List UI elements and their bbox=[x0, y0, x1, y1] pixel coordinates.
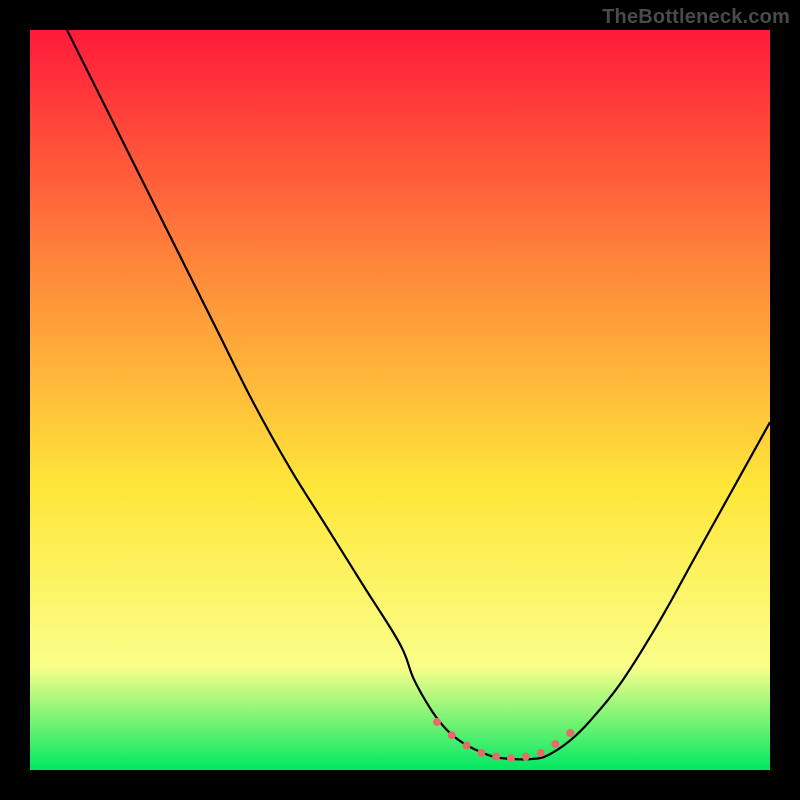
plateau-dot bbox=[477, 749, 485, 757]
plateau-dot bbox=[463, 742, 471, 750]
plot-svg bbox=[30, 30, 770, 770]
plot-area bbox=[30, 30, 770, 770]
plateau-dot bbox=[566, 729, 574, 737]
plateau-dot bbox=[492, 753, 500, 761]
plateau-dot bbox=[522, 753, 530, 761]
gradient-background bbox=[30, 30, 770, 770]
watermark-text: TheBottleneck.com bbox=[602, 6, 790, 29]
plateau-dot bbox=[507, 754, 515, 762]
plateau-dot bbox=[433, 718, 441, 726]
plateau-dot bbox=[448, 731, 456, 739]
plateau-dot bbox=[551, 740, 559, 748]
plateau-dot bbox=[537, 749, 545, 757]
chart-container: TheBottleneck.com bbox=[0, 0, 800, 800]
